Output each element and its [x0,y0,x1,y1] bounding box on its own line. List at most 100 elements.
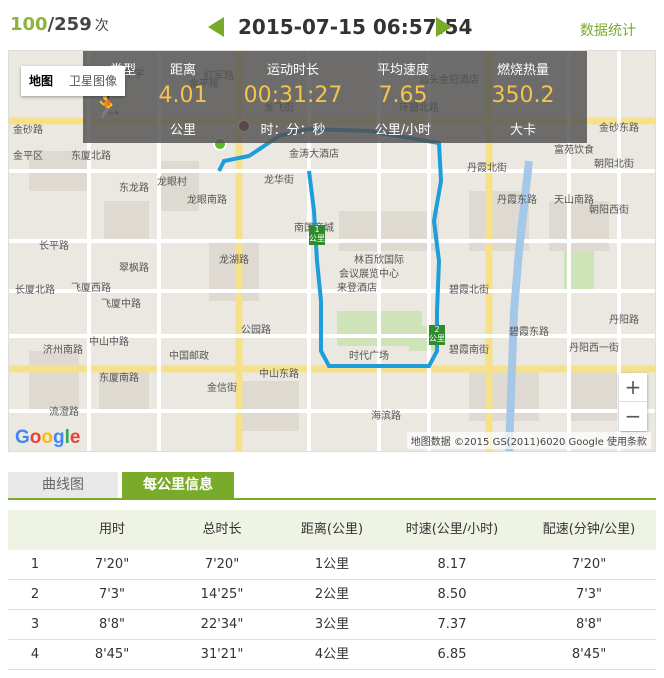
distance: 1公里 [314,557,350,572]
distance: 3公里 [314,617,350,632]
next-arrow-icon[interactable] [436,17,452,37]
summary-overlay: 🏃 类型 距离 运动时长 平均速度 燃烧热量 4.01 00:31:27 7.6… [83,51,587,143]
distance-value: 4.01 [158,83,208,108]
pace: 8'45" [571,647,607,662]
map-street-label: 碧霞东路 [509,327,549,338]
stats-link[interactable]: 数据统计 [580,20,636,40]
map-street-label: 金平区 [13,151,43,162]
map-street-label: 丹阳西一街 [569,343,619,354]
zoom-out-button[interactable]: − [619,402,647,431]
total-time: 14'25" [200,587,244,602]
map-street-label: 来登酒店 [337,283,377,294]
zoom-control: + − [619,373,647,431]
split-time: 8'45" [94,647,130,662]
runner-icon: 🏃 [91,93,124,123]
per-km-table: 用时 总时长 距离(公里) 时速(公里/小时) 配速(分钟/公里) 1 7'20… [8,510,656,670]
calories-value: 350.2 [491,83,555,108]
avg-speed-value: 7.65 [378,83,428,108]
row-index: 2 [30,587,40,602]
map-street-label: 时代广场 [349,351,389,362]
map-street-label: 长厦北路 [15,285,55,296]
header-split-time: 用时 [98,522,125,537]
header: 100/259 次 2015-07-15 06:57:54 数据统计 [0,0,664,50]
header-pace: 配速(分钟/公里) [542,522,636,537]
map-street-label: 会议展览中心 [339,269,399,280]
map-street-label: 金砂东路 [599,123,639,134]
map-street-label: 龙湖路 [219,255,249,266]
km-marker-1[interactable]: 1 公里 [309,225,325,245]
duration-label: 运动时长 [266,63,319,78]
table-row: 4 8'45" 31'21" 4公里 6.85 8'45" [8,640,656,670]
google-logo: Google [15,427,81,448]
header-distance: 距离(公里) [300,522,364,537]
speed: 8.17 [437,557,467,572]
map-street-label: 公园路 [241,325,271,336]
pace: 7'20" [571,557,607,572]
previous-arrow-icon[interactable] [208,17,224,37]
distance-label: 距离 [169,63,196,78]
distance-unit: 公里 [169,123,196,138]
map-street-label: 朝阳西街 [589,205,629,216]
map-street-label: 东厦北路 [71,151,111,162]
row-index: 3 [30,617,40,632]
map-street-label: 海滨路 [371,411,401,422]
map-street-label: 东厦南路 [99,373,139,384]
route-map[interactable]: 金砂东路 金平区 东厦北路 东龙路 龙眼村 长平路 翠枫路 飞厦西路 飞厦中路 龙眼南路 中国邮政金… [8,50,656,452]
map-street-label: 丹阳路 [609,315,639,326]
record-counter: 100/259 次 [10,14,109,35]
duration-value: 00:31:27 [243,83,343,108]
map-street-label: 富苑饮食 [554,145,594,156]
map-street-label: 金涛大酒店 [289,149,339,160]
duration-unit: 时：分：秒 [260,123,326,138]
row-index: 1 [30,557,40,572]
header-total-time: 总时长 [202,522,242,537]
avg-speed-unit: 公里/小时 [374,123,432,138]
split-time: 7'20" [94,557,130,572]
calories-unit: 大卡 [509,123,536,138]
tab-curve[interactable]: 曲线图 [8,472,118,498]
calories-label: 燃烧热量 [496,63,549,78]
map-type-map-button[interactable]: 地图 [21,66,61,96]
map-street-label: 天山南路 [554,195,594,206]
map-street-label: 金砂路 [13,125,43,136]
pace: 7'3" [575,587,603,602]
current-index: 100 [10,14,48,35]
map-street-label: 东龙路 [119,183,149,194]
km-marker-2[interactable]: 2 公里 [429,325,445,345]
map-street-label: 丹霞东路 [497,195,537,206]
map-street-label: 金信街 [207,383,237,394]
avg-speed-label: 平均速度 [376,63,429,78]
total-count: 259 [54,14,92,35]
map-street-label: 中山中路 [89,337,129,348]
map-street-label: 龙眼南路 [187,195,227,206]
map-street-label: 碧霞北街 [449,285,489,296]
header-index [8,510,62,550]
split-time: 7'3" [98,587,126,602]
tab-bar: 曲线图 每公里信息 [8,472,656,500]
map-street-label: 流澄路 [49,407,79,418]
map-street-label: 碧霞南街 [449,345,489,356]
speed: 6.85 [437,647,467,662]
map-street-label: 中山东路 [259,369,299,380]
speed: 8.50 [437,587,467,602]
speed: 7.37 [437,617,467,632]
table-row: 1 7'20" 7'20" 1公里 8.17 7'20" [8,550,656,580]
map-street-label: 飞厦中路 [101,299,141,310]
map-street-label: 翠枫路 [119,263,149,274]
map-street-label: 中国邮政 [169,351,209,362]
map-street-label: 龙华街 [264,175,294,186]
map-attribution[interactable]: 地图数据 ©2015 GS(2011)6020 Google 使用条款 [406,432,651,449]
total-time: 31'21" [200,647,244,662]
pace: 8'8" [575,617,603,632]
total-time: 22'34" [200,617,244,632]
tab-per-km[interactable]: 每公里信息 [122,472,234,498]
split-time: 8'8" [98,617,126,632]
zoom-in-button[interactable]: + [619,373,647,402]
map-street-label: 济州南路 [43,345,83,356]
map-type-satellite-button[interactable]: 卫星图像 [61,66,125,96]
table-row: 3 8'8" 22'34" 3公里 7.37 8'8" [8,610,656,640]
map-street-label: 飞厦西路 [71,283,111,294]
map-street-label: 丹霞北街 [467,163,507,174]
map-street-label: 朝阳北街 [594,159,634,170]
total-time: 7'20" [204,557,240,572]
